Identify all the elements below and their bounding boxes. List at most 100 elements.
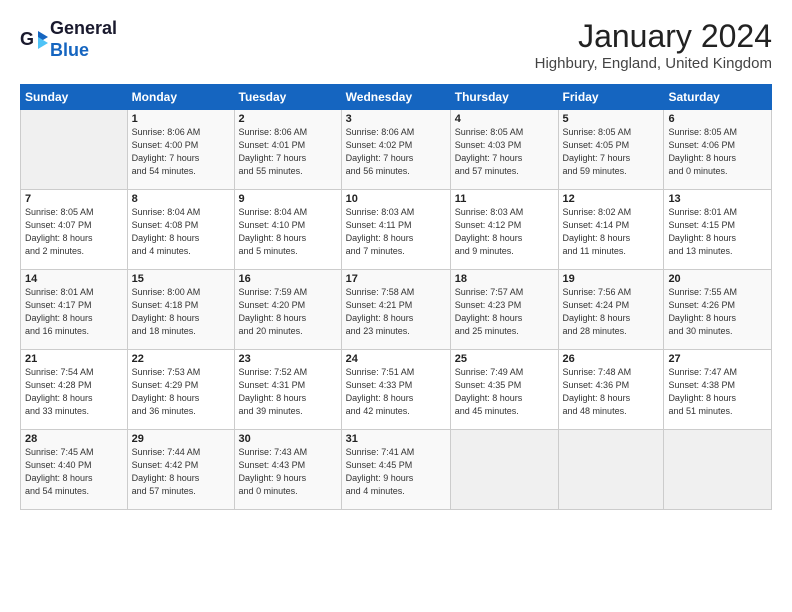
day-info: Sunrise: 7:43 AM Sunset: 4:43 PM Dayligh… [239, 446, 337, 498]
day-number: 25 [455, 353, 554, 365]
calendar-cell: 24Sunrise: 7:51 AM Sunset: 4:33 PM Dayli… [341, 350, 450, 430]
calendar-cell: 29Sunrise: 7:44 AM Sunset: 4:42 PM Dayli… [127, 430, 234, 510]
day-info: Sunrise: 8:05 AM Sunset: 4:03 PM Dayligh… [455, 126, 554, 178]
day-number: 3 [346, 113, 446, 125]
day-number: 26 [563, 353, 660, 365]
day-info: Sunrise: 7:59 AM Sunset: 4:20 PM Dayligh… [239, 286, 337, 338]
day-number: 31 [346, 433, 446, 445]
location: Highbury, England, United Kingdom [535, 55, 772, 72]
day-info: Sunrise: 7:51 AM Sunset: 4:33 PM Dayligh… [346, 366, 446, 418]
calendar-cell: 5Sunrise: 8:05 AM Sunset: 4:05 PM Daylig… [558, 110, 664, 190]
calendar-cell: 1Sunrise: 8:06 AM Sunset: 4:00 PM Daylig… [127, 110, 234, 190]
day-info: Sunrise: 8:01 AM Sunset: 4:15 PM Dayligh… [668, 206, 767, 258]
week-row-3: 14Sunrise: 8:01 AM Sunset: 4:17 PM Dayli… [21, 270, 772, 350]
calendar-cell: 15Sunrise: 8:00 AM Sunset: 4:18 PM Dayli… [127, 270, 234, 350]
day-number: 28 [25, 433, 123, 445]
day-number: 24 [346, 353, 446, 365]
day-info: Sunrise: 7:47 AM Sunset: 4:38 PM Dayligh… [668, 366, 767, 418]
day-info: Sunrise: 8:06 AM Sunset: 4:02 PM Dayligh… [346, 126, 446, 178]
calendar-cell: 26Sunrise: 7:48 AM Sunset: 4:36 PM Dayli… [558, 350, 664, 430]
calendar-cell: 3Sunrise: 8:06 AM Sunset: 4:02 PM Daylig… [341, 110, 450, 190]
day-info: Sunrise: 7:48 AM Sunset: 4:36 PM Dayligh… [563, 366, 660, 418]
calendar-cell: 11Sunrise: 8:03 AM Sunset: 4:12 PM Dayli… [450, 190, 558, 270]
calendar-cell: 20Sunrise: 7:55 AM Sunset: 4:26 PM Dayli… [664, 270, 772, 350]
calendar-cell: 27Sunrise: 7:47 AM Sunset: 4:38 PM Dayli… [664, 350, 772, 430]
weekday-header-friday: Friday [558, 85, 664, 110]
header: G General Blue January 2024 Highbury, En… [20, 18, 772, 72]
week-row-4: 21Sunrise: 7:54 AM Sunset: 4:28 PM Dayli… [21, 350, 772, 430]
week-row-5: 28Sunrise: 7:45 AM Sunset: 4:40 PM Dayli… [21, 430, 772, 510]
calendar-cell: 25Sunrise: 7:49 AM Sunset: 4:35 PM Dayli… [450, 350, 558, 430]
month-title: January 2024 [535, 18, 772, 55]
calendar-cell: 16Sunrise: 7:59 AM Sunset: 4:20 PM Dayli… [234, 270, 341, 350]
day-number: 9 [239, 193, 337, 205]
calendar-cell: 7Sunrise: 8:05 AM Sunset: 4:07 PM Daylig… [21, 190, 128, 270]
logo-text: General Blue [50, 18, 117, 61]
logo-icon: G [20, 29, 48, 51]
calendar-cell: 10Sunrise: 8:03 AM Sunset: 4:11 PM Dayli… [341, 190, 450, 270]
calendar-cell: 8Sunrise: 8:04 AM Sunset: 4:08 PM Daylig… [127, 190, 234, 270]
day-number: 14 [25, 273, 123, 285]
calendar-cell: 31Sunrise: 7:41 AM Sunset: 4:45 PM Dayli… [341, 430, 450, 510]
calendar-cell: 13Sunrise: 8:01 AM Sunset: 4:15 PM Dayli… [664, 190, 772, 270]
day-number: 1 [132, 113, 230, 125]
title-block: January 2024 Highbury, England, United K… [535, 18, 772, 72]
day-info: Sunrise: 7:58 AM Sunset: 4:21 PM Dayligh… [346, 286, 446, 338]
weekday-header-wednesday: Wednesday [341, 85, 450, 110]
calendar-page: G General Blue January 2024 Highbury, En… [0, 0, 792, 612]
day-number: 22 [132, 353, 230, 365]
calendar-cell: 12Sunrise: 8:02 AM Sunset: 4:14 PM Dayli… [558, 190, 664, 270]
weekday-header-monday: Monday [127, 85, 234, 110]
calendar-table: SundayMondayTuesdayWednesdayThursdayFrid… [20, 84, 772, 510]
day-info: Sunrise: 7:54 AM Sunset: 4:28 PM Dayligh… [25, 366, 123, 418]
weekday-header-tuesday: Tuesday [234, 85, 341, 110]
day-number: 7 [25, 193, 123, 205]
day-number: 15 [132, 273, 230, 285]
day-number: 13 [668, 193, 767, 205]
weekday-header-row: SundayMondayTuesdayWednesdayThursdayFrid… [21, 85, 772, 110]
calendar-cell: 22Sunrise: 7:53 AM Sunset: 4:29 PM Dayli… [127, 350, 234, 430]
calendar-cell: 9Sunrise: 8:04 AM Sunset: 4:10 PM Daylig… [234, 190, 341, 270]
day-info: Sunrise: 7:41 AM Sunset: 4:45 PM Dayligh… [346, 446, 446, 498]
calendar-cell: 19Sunrise: 7:56 AM Sunset: 4:24 PM Dayli… [558, 270, 664, 350]
calendar-cell [21, 110, 128, 190]
calendar-cell: 4Sunrise: 8:05 AM Sunset: 4:03 PM Daylig… [450, 110, 558, 190]
day-number: 16 [239, 273, 337, 285]
day-info: Sunrise: 8:03 AM Sunset: 4:11 PM Dayligh… [346, 206, 446, 258]
day-info: Sunrise: 8:04 AM Sunset: 4:10 PM Dayligh… [239, 206, 337, 258]
day-number: 5 [563, 113, 660, 125]
day-number: 29 [132, 433, 230, 445]
calendar-cell: 30Sunrise: 7:43 AM Sunset: 4:43 PM Dayli… [234, 430, 341, 510]
day-number: 23 [239, 353, 337, 365]
day-number: 17 [346, 273, 446, 285]
day-number: 12 [563, 193, 660, 205]
week-row-1: 1Sunrise: 8:06 AM Sunset: 4:00 PM Daylig… [21, 110, 772, 190]
day-info: Sunrise: 7:57 AM Sunset: 4:23 PM Dayligh… [455, 286, 554, 338]
day-number: 18 [455, 273, 554, 285]
calendar-cell: 28Sunrise: 7:45 AM Sunset: 4:40 PM Dayli… [21, 430, 128, 510]
day-number: 10 [346, 193, 446, 205]
day-info: Sunrise: 8:06 AM Sunset: 4:01 PM Dayligh… [239, 126, 337, 178]
day-number: 8 [132, 193, 230, 205]
day-number: 21 [25, 353, 123, 365]
day-info: Sunrise: 7:44 AM Sunset: 4:42 PM Dayligh… [132, 446, 230, 498]
weekday-header-thursday: Thursday [450, 85, 558, 110]
day-info: Sunrise: 8:00 AM Sunset: 4:18 PM Dayligh… [132, 286, 230, 338]
day-info: Sunrise: 8:03 AM Sunset: 4:12 PM Dayligh… [455, 206, 554, 258]
day-info: Sunrise: 8:06 AM Sunset: 4:00 PM Dayligh… [132, 126, 230, 178]
day-info: Sunrise: 7:53 AM Sunset: 4:29 PM Dayligh… [132, 366, 230, 418]
day-info: Sunrise: 8:02 AM Sunset: 4:14 PM Dayligh… [563, 206, 660, 258]
week-row-2: 7Sunrise: 8:05 AM Sunset: 4:07 PM Daylig… [21, 190, 772, 270]
day-number: 27 [668, 353, 767, 365]
day-info: Sunrise: 7:52 AM Sunset: 4:31 PM Dayligh… [239, 366, 337, 418]
calendar-cell: 18Sunrise: 7:57 AM Sunset: 4:23 PM Dayli… [450, 270, 558, 350]
weekday-header-sunday: Sunday [21, 85, 128, 110]
calendar-cell: 17Sunrise: 7:58 AM Sunset: 4:21 PM Dayli… [341, 270, 450, 350]
day-info: Sunrise: 7:49 AM Sunset: 4:35 PM Dayligh… [455, 366, 554, 418]
day-info: Sunrise: 8:05 AM Sunset: 4:05 PM Dayligh… [563, 126, 660, 178]
day-info: Sunrise: 7:45 AM Sunset: 4:40 PM Dayligh… [25, 446, 123, 498]
svg-text:G: G [20, 29, 34, 49]
day-number: 19 [563, 273, 660, 285]
day-number: 30 [239, 433, 337, 445]
day-number: 6 [668, 113, 767, 125]
